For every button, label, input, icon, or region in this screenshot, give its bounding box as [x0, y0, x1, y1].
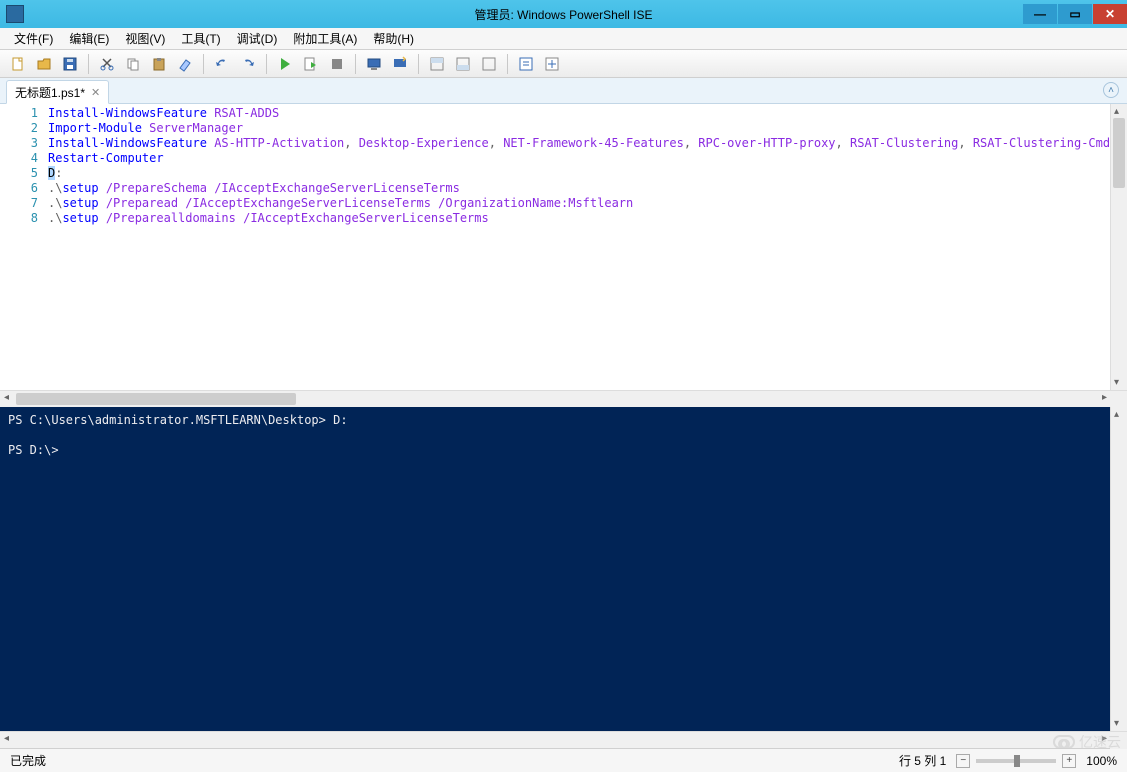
cut-button[interactable]: [95, 53, 119, 75]
title-bar: 管理员: Windows PowerShell ISE — ▭ ✕: [0, 0, 1127, 28]
window-buttons: — ▭ ✕: [1023, 4, 1127, 24]
maximize-button[interactable]: ▭: [1058, 4, 1092, 24]
clear-button[interactable]: [173, 53, 197, 75]
menu-debug[interactable]: 调试(D): [229, 28, 286, 49]
show-command-button[interactable]: [514, 53, 538, 75]
menu-addons[interactable]: 附加工具(A): [285, 28, 365, 49]
toolbar: [0, 50, 1127, 78]
layout-2-button[interactable]: [451, 53, 475, 75]
redo-button[interactable]: [236, 53, 260, 75]
console-vertical-scrollbar[interactable]: [1110, 407, 1127, 731]
layout-3-button[interactable]: [477, 53, 501, 75]
paste-button[interactable]: [147, 53, 171, 75]
zoom-level: 100%: [1086, 754, 1117, 768]
tab-strip: 无标题1.ps1* ✕ ˄: [0, 78, 1127, 104]
layout-1-button[interactable]: [425, 53, 449, 75]
open-button[interactable]: [32, 53, 56, 75]
console-horizontal-scrollbar[interactable]: [0, 731, 1127, 748]
cursor-position: 行 5 列 1: [899, 752, 946, 769]
zoom-control: − +: [956, 754, 1076, 768]
undo-button[interactable]: [210, 53, 234, 75]
code-area[interactable]: Install-WindowsFeature RSAT-ADDSImport-M…: [48, 104, 1110, 390]
close-button[interactable]: ✕: [1093, 4, 1127, 24]
minimize-button[interactable]: —: [1023, 4, 1057, 24]
editor-vertical-scrollbar[interactable]: [1110, 104, 1127, 390]
status-bar: 已完成 行 5 列 1 − + 100%: [0, 748, 1127, 772]
menu-file[interactable]: 文件(F): [6, 28, 61, 49]
tab-close-icon[interactable]: ✕: [91, 86, 100, 99]
run-button[interactable]: [273, 53, 297, 75]
run-selection-button[interactable]: [299, 53, 323, 75]
script-tab[interactable]: 无标题1.ps1* ✕: [6, 80, 109, 104]
menu-bar: 文件(F) 编辑(E) 视图(V) 工具(T) 调试(D) 附加工具(A) 帮助…: [0, 28, 1127, 50]
save-button[interactable]: [58, 53, 82, 75]
zoom-slider[interactable]: [976, 759, 1056, 763]
editor-horizontal-scrollbar[interactable]: [0, 390, 1127, 407]
remote-button[interactable]: [362, 53, 386, 75]
menu-help[interactable]: 帮助(H): [365, 28, 422, 49]
tab-label: 无标题1.ps1*: [15, 84, 85, 101]
line-number-gutter: 12345678: [0, 104, 48, 390]
menu-tools[interactable]: 工具(T): [173, 28, 228, 49]
stop-button[interactable]: [325, 53, 349, 75]
zoom-out-button[interactable]: −: [956, 754, 970, 768]
collapse-script-pane-button[interactable]: ˄: [1103, 82, 1119, 98]
script-editor[interactable]: 12345678 Install-WindowsFeature RSAT-ADD…: [0, 104, 1127, 390]
new-button[interactable]: [6, 53, 30, 75]
status-text: 已完成: [10, 752, 46, 769]
menu-edit[interactable]: 编辑(E): [61, 28, 117, 49]
new-remote-button[interactable]: [388, 53, 412, 75]
console-output[interactable]: PS C:\Users\administrator.MSFTLEARN\Desk…: [0, 407, 1110, 731]
menu-view[interactable]: 视图(V): [117, 28, 173, 49]
window-title: 管理员: Windows PowerShell ISE: [474, 6, 652, 23]
app-icon: [6, 5, 24, 23]
console-pane: PS C:\Users\administrator.MSFTLEARN\Desk…: [0, 407, 1127, 731]
command-addon-button[interactable]: [540, 53, 564, 75]
copy-button[interactable]: [121, 53, 145, 75]
zoom-in-button[interactable]: +: [1062, 754, 1076, 768]
